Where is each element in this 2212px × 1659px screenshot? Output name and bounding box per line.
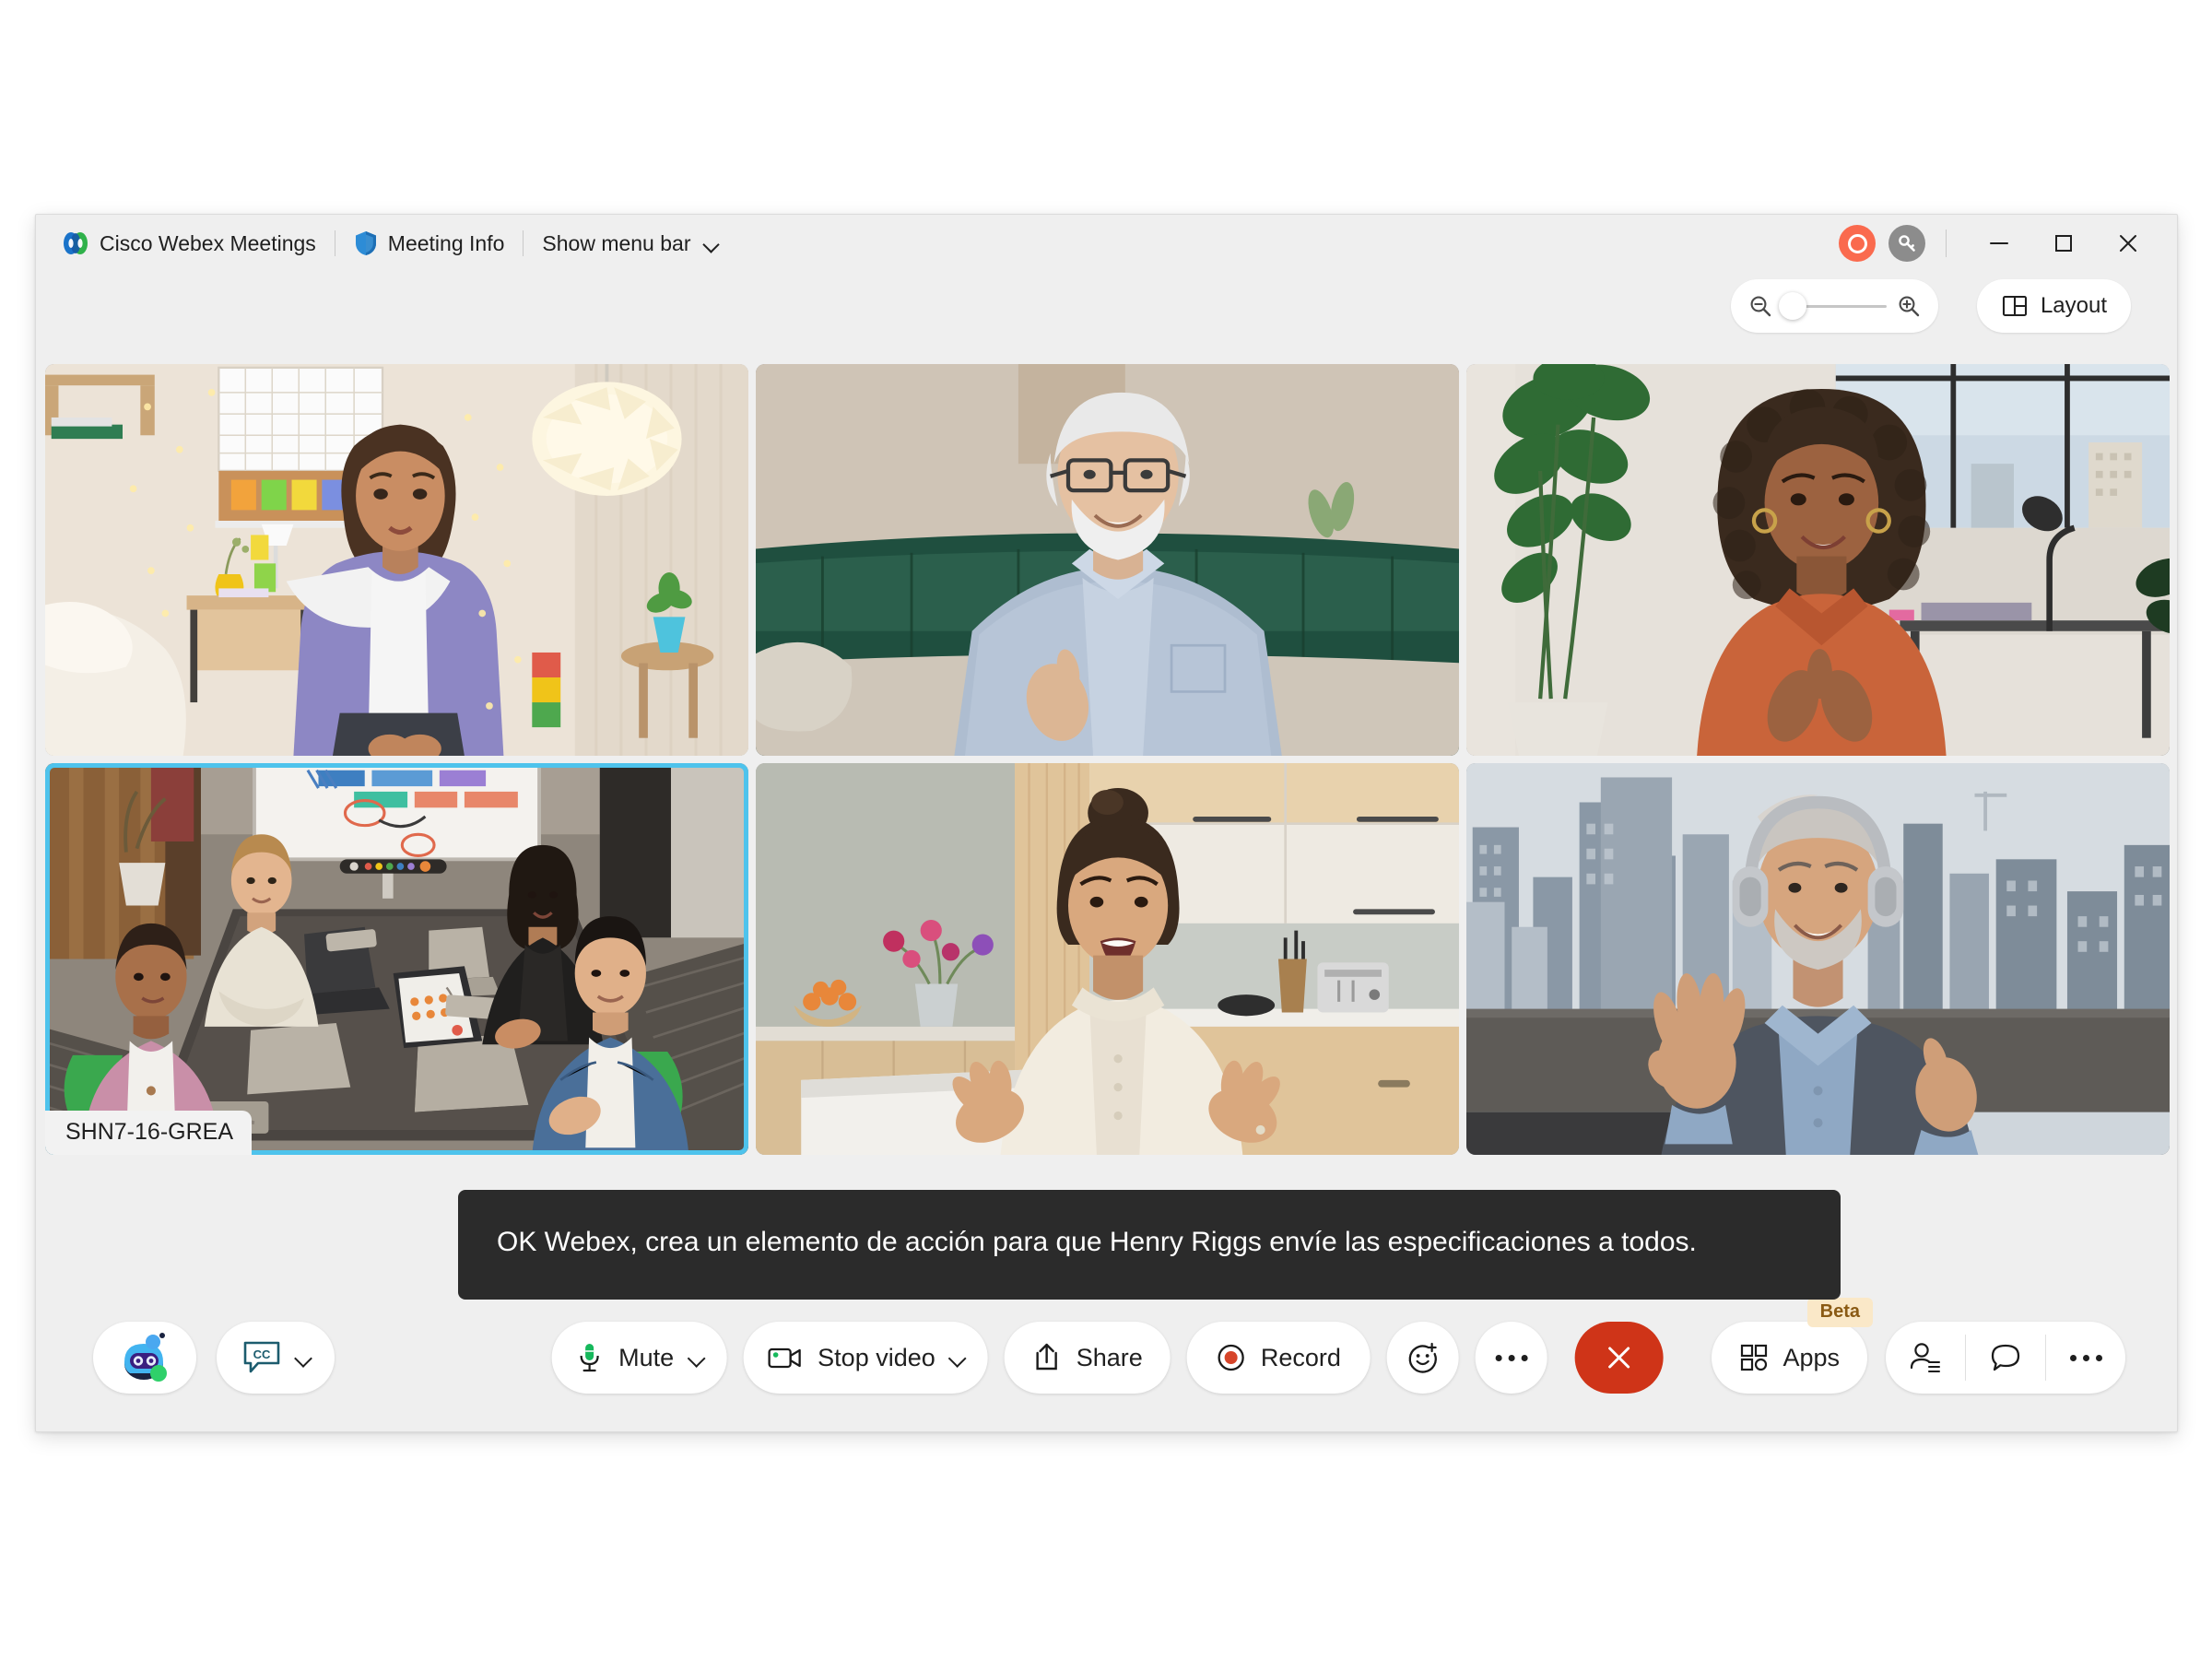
window-controls-divider <box>1946 229 1947 257</box>
participant-name-label: SHN7-16-GREA <box>45 1111 252 1155</box>
reactions-smiley-icon <box>1408 1342 1438 1373</box>
live-caption-overlay: OK Webex, crea un elemento de acción par… <box>458 1190 1841 1300</box>
mute-label: Mute <box>618 1343 675 1371</box>
reactions-button[interactable] <box>1386 1322 1459 1394</box>
video-tile-3[interactable] <box>1466 364 2170 756</box>
webex-meetings-window: Cisco Webex Meetings Meeting Info Show m… <box>35 214 2178 1432</box>
zoom-slider-thumb[interactable] <box>1779 292 1806 320</box>
app-title-group: Cisco Webex Meetings <box>49 223 329 264</box>
video-tile-1[interactable] <box>45 364 748 756</box>
apps-grid-icon <box>1741 1344 1768 1371</box>
zoom-in-icon[interactable] <box>1896 293 1922 319</box>
participant-video-2 <box>756 364 1459 756</box>
meeting-info-button[interactable]: Meeting Info <box>341 223 518 264</box>
share-label: Share <box>1076 1343 1143 1371</box>
record-button[interactable]: Record <box>1186 1322 1371 1394</box>
beta-badge: Beta <box>1806 1298 1873 1327</box>
apps-button[interactable]: Beta Apps <box>1712 1298 1873 1394</box>
participant-video-1 <box>45 364 748 756</box>
title-divider-2 <box>523 230 524 256</box>
left-controls-group: CC <box>93 1322 335 1394</box>
chat-bubble-icon <box>1991 1344 2020 1371</box>
show-menu-bar-label: Show menu bar <box>542 230 691 255</box>
camera-icon <box>768 1347 801 1369</box>
chevron-down-icon[interactable] <box>297 1351 310 1364</box>
recording-indicator-icon[interactable] <box>1839 225 1876 262</box>
caption-text: OK Webex, crea un elemento de acción par… <box>497 1227 1697 1257</box>
chevron-down-icon[interactable] <box>951 1351 964 1364</box>
ai-assistant-avatar-icon <box>124 1333 167 1382</box>
video-tile-5[interactable] <box>756 763 1459 1155</box>
video-tile-6[interactable] <box>1466 763 2170 1155</box>
show-menu-bar-button[interactable]: Show menu bar <box>529 223 732 264</box>
closed-captions-button[interactable]: CC <box>217 1322 335 1394</box>
chat-button[interactable] <box>1966 1322 2045 1394</box>
microphone-icon <box>580 1344 599 1372</box>
minimize-button[interactable] <box>1967 222 2031 265</box>
view-toolbar: Layout <box>36 272 2177 364</box>
webex-logo-icon <box>64 232 88 254</box>
record-icon <box>1218 1344 1244 1371</box>
stop-video-button[interactable]: Stop video <box>743 1322 988 1394</box>
layout-button[interactable]: Layout <box>1976 279 2131 333</box>
layout-grid-icon <box>2002 295 2027 317</box>
app-title: Cisco Webex Meetings <box>100 230 316 255</box>
close-button[interactable] <box>2096 222 2160 265</box>
right-controls-group: Beta Apps <box>1712 1298 2125 1394</box>
close-icon <box>1608 1347 1630 1369</box>
stop-video-label: Stop video <box>818 1343 935 1371</box>
leave-meeting-button[interactable] <box>1574 1322 1664 1394</box>
more-options-right-button[interactable] <box>2046 1322 2125 1394</box>
apps-label: Apps <box>1783 1343 1840 1371</box>
encryption-key-icon[interactable] <box>1888 225 1925 262</box>
ellipsis-icon <box>2069 1354 2102 1361</box>
video-tile-4[interactable]: SHN7-16-GREA <box>45 763 748 1155</box>
participants-icon <box>1910 1343 1940 1372</box>
participant-video-3 <box>1466 364 2170 756</box>
video-tile-2[interactable] <box>756 364 1459 756</box>
center-controls-group: Mute Stop video Share Record <box>551 1322 1664 1394</box>
window-controls <box>1839 215 2177 272</box>
share-screen-icon <box>1036 1343 1057 1371</box>
meeting-control-bar: CC Mute Stop video Share Record Beta App… <box>36 1284 2177 1431</box>
shield-icon <box>355 231 376 255</box>
meeting-info-label: Meeting Info <box>387 230 505 255</box>
ai-assistant-button[interactable] <box>93 1322 196 1394</box>
zoom-slider-track[interactable] <box>1779 292 1887 320</box>
zoom-slider-control[interactable] <box>1731 279 1938 333</box>
record-label: Record <box>1260 1343 1341 1371</box>
closed-captions-icon: CC <box>243 1341 280 1373</box>
mute-button[interactable]: Mute <box>551 1322 727 1394</box>
svg-text:CC: CC <box>253 1347 271 1361</box>
chevron-down-icon[interactable] <box>689 1351 702 1364</box>
share-button[interactable]: Share <box>1004 1322 1171 1394</box>
layout-label: Layout <box>2040 293 2107 318</box>
video-grid: SHN7-16-GREA <box>36 364 2177 1155</box>
participant-video-5 <box>756 763 1459 1155</box>
participants-button[interactable] <box>1886 1322 1965 1394</box>
participant-video-4 <box>45 763 748 1155</box>
maximize-button[interactable] <box>2031 222 2096 265</box>
title-bar: Cisco Webex Meetings Meeting Info Show m… <box>36 215 2177 272</box>
more-options-button[interactable] <box>1475 1322 1547 1394</box>
ellipsis-icon <box>1495 1354 1528 1361</box>
participant-video-6 <box>1466 763 2170 1155</box>
chevron-down-icon <box>704 236 719 251</box>
right-button-group <box>1886 1322 2125 1394</box>
zoom-out-icon[interactable] <box>1747 293 1773 319</box>
